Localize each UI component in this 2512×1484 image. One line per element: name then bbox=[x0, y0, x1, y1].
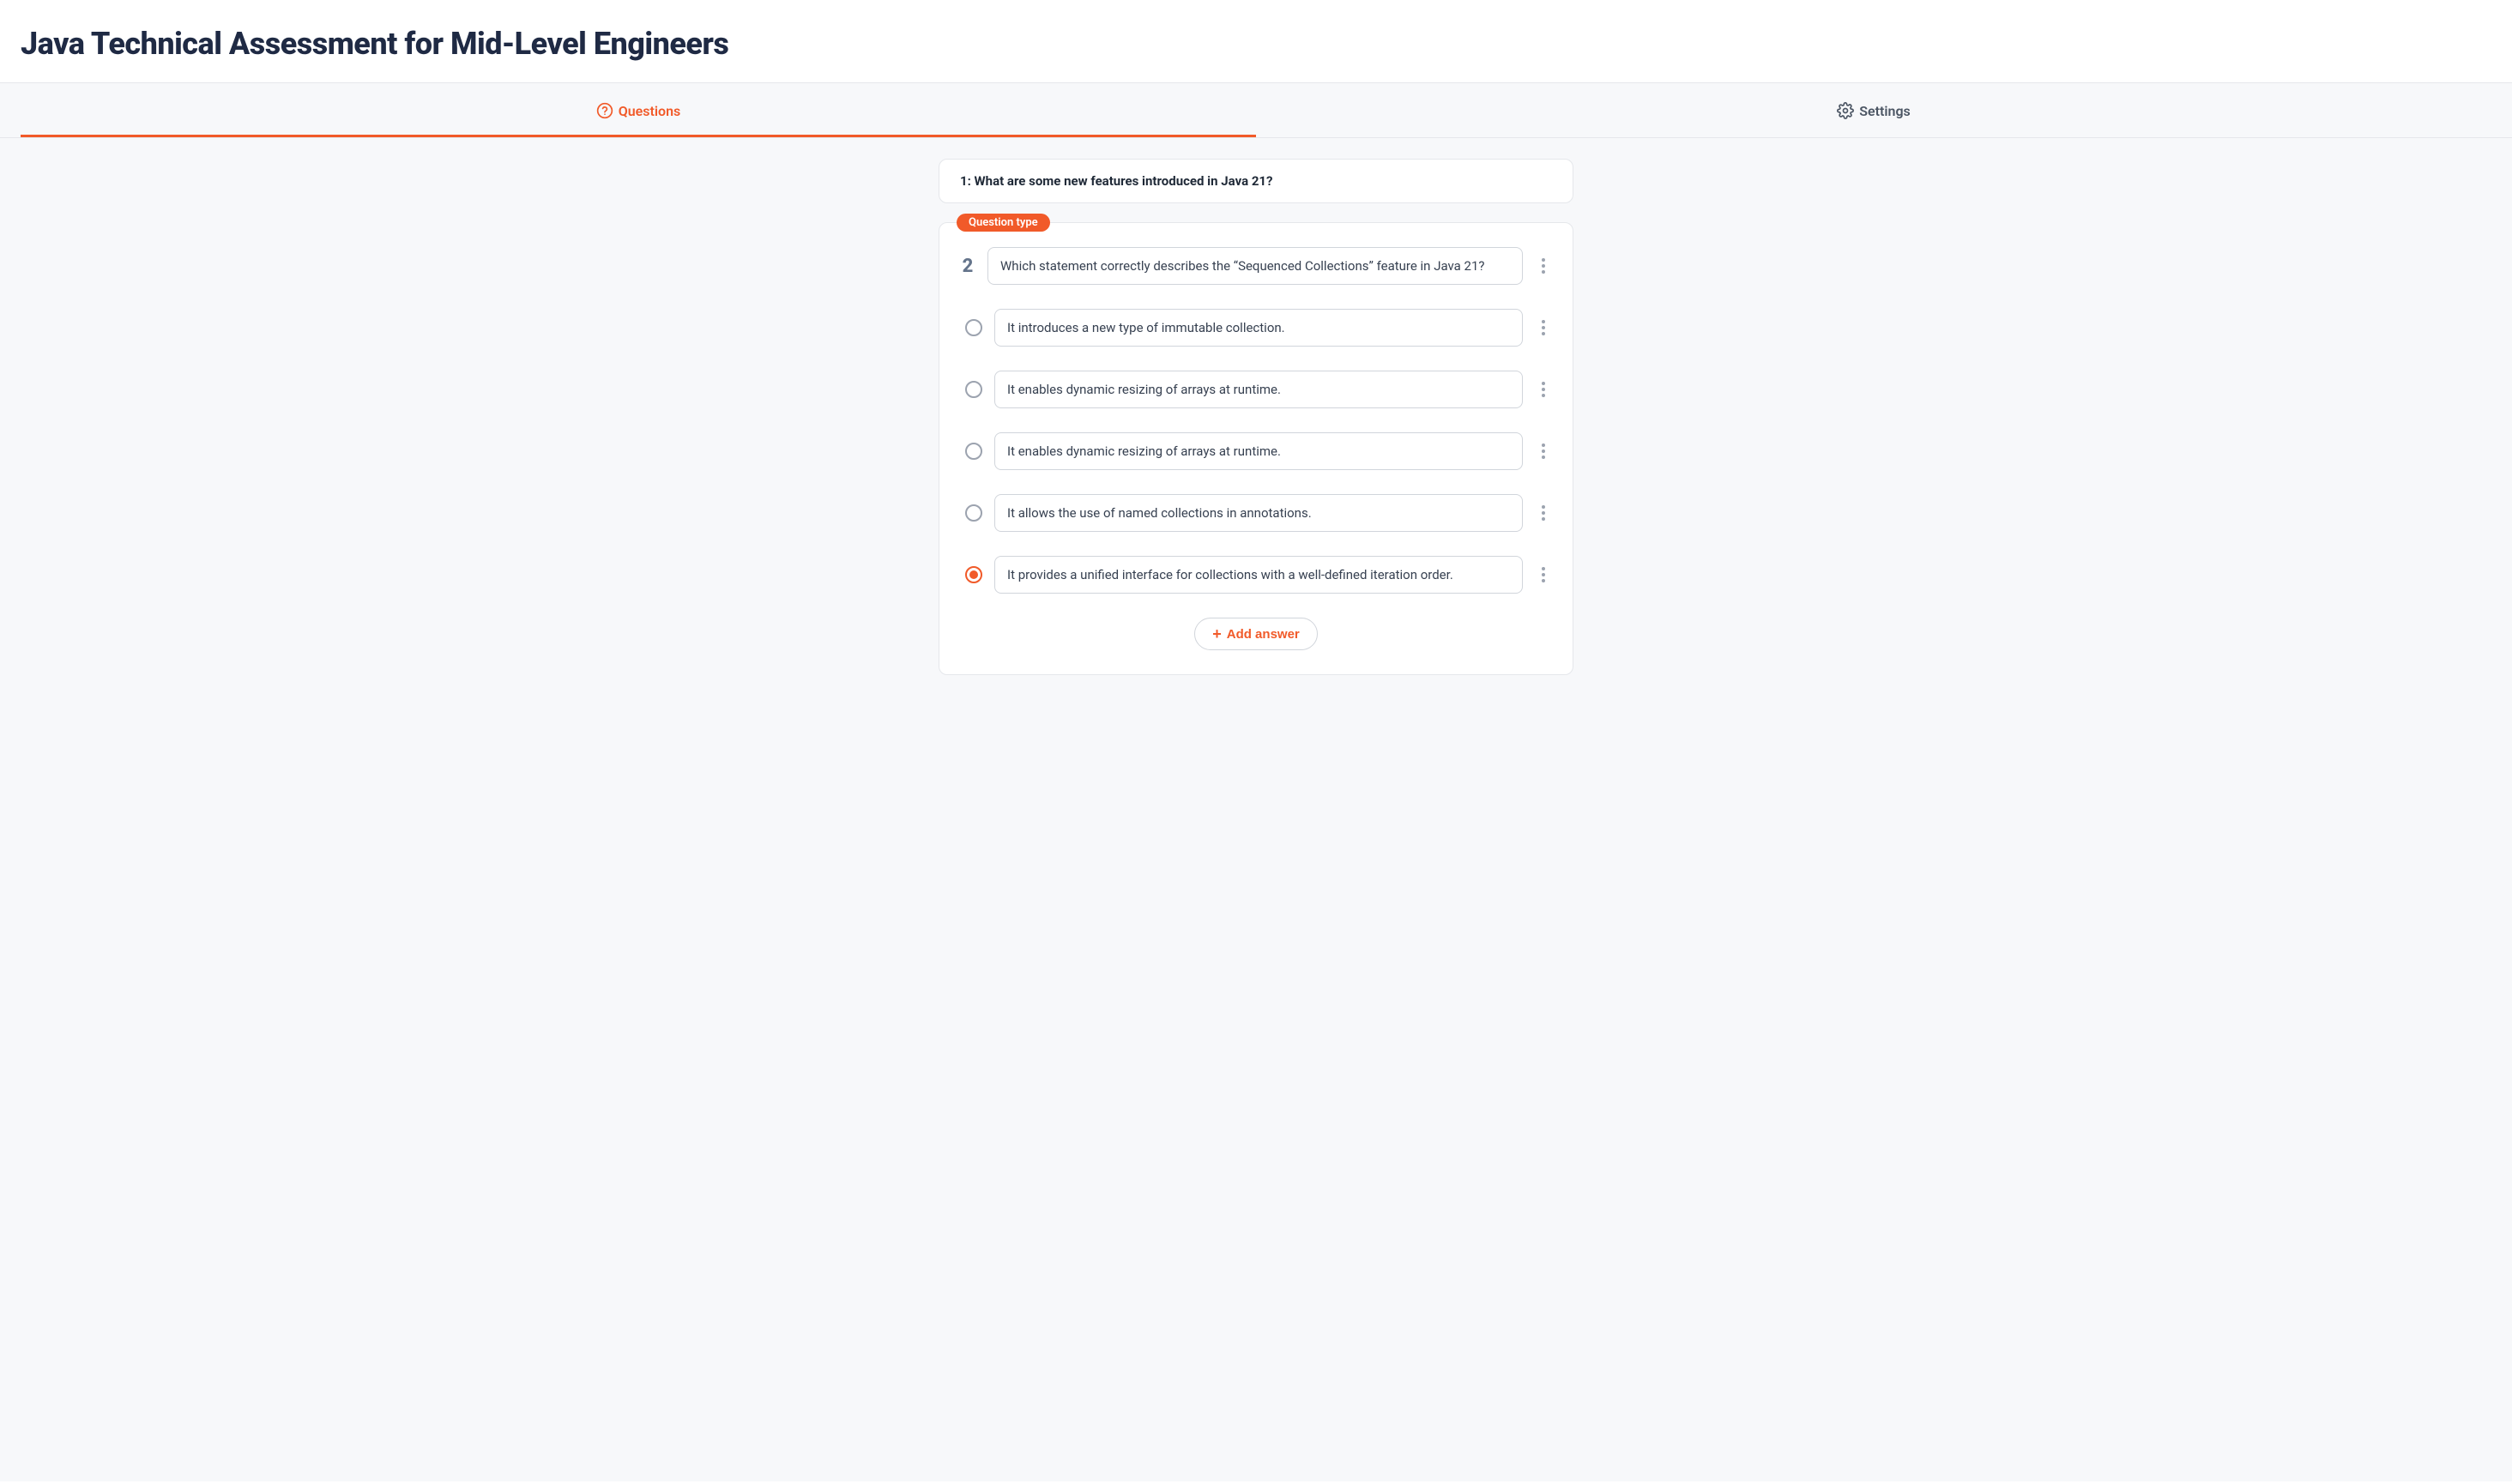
kebab-dot-icon bbox=[1542, 388, 1545, 391]
kebab-dot-icon bbox=[1542, 567, 1545, 570]
answer-menu-button[interactable] bbox=[1535, 563, 1552, 587]
kebab-dot-icon bbox=[1542, 579, 1545, 582]
answer-row bbox=[960, 371, 1552, 408]
question-1-title: 1: What are some new features introduced… bbox=[960, 173, 1552, 189]
question-circle-icon bbox=[596, 102, 613, 119]
kebab-dot-icon bbox=[1542, 505, 1545, 509]
kebab-dot-icon bbox=[1542, 332, 1545, 335]
kebab-dot-icon bbox=[1542, 511, 1545, 515]
kebab-dot-icon bbox=[1542, 326, 1545, 329]
kebab-dot-icon bbox=[1542, 455, 1545, 459]
answer-menu-button[interactable] bbox=[1535, 377, 1552, 401]
plus-icon: + bbox=[1212, 626, 1222, 642]
answer-row bbox=[960, 309, 1552, 347]
question-1-card[interactable]: 1: What are some new features introduced… bbox=[939, 159, 1573, 203]
kebab-dot-icon bbox=[1542, 443, 1545, 447]
question-type-badge[interactable]: Question type bbox=[957, 214, 1050, 232]
tab-questions[interactable]: Questions bbox=[21, 83, 1256, 137]
question-text-input[interactable] bbox=[987, 247, 1523, 285]
question-number: 2 bbox=[960, 256, 975, 277]
add-answer-button[interactable]: + Add answer bbox=[1194, 618, 1318, 650]
gear-icon bbox=[1837, 102, 1854, 119]
answer-radio[interactable] bbox=[965, 319, 982, 336]
question-menu-button[interactable] bbox=[1535, 254, 1552, 278]
answer-text-input[interactable] bbox=[994, 432, 1523, 470]
kebab-dot-icon bbox=[1542, 382, 1545, 385]
answer-radio[interactable] bbox=[965, 504, 982, 522]
content-column: 1: What are some new features introduced… bbox=[939, 138, 1573, 745]
answer-radio[interactable] bbox=[965, 566, 982, 583]
answer-row bbox=[960, 556, 1552, 594]
add-answer-wrap: + Add answer bbox=[960, 618, 1552, 650]
question-2-header-row: 2 bbox=[960, 247, 1552, 285]
answer-menu-button[interactable] bbox=[1535, 316, 1552, 340]
tab-settings-label: Settings bbox=[1859, 103, 1911, 119]
kebab-dot-icon bbox=[1542, 449, 1545, 453]
question-2-card: Question type 2 + Add answer bbox=[939, 222, 1573, 675]
answer-radio[interactable] bbox=[965, 443, 982, 460]
answer-menu-button[interactable] bbox=[1535, 439, 1552, 463]
answer-text-input[interactable] bbox=[994, 371, 1523, 408]
answer-radio[interactable] bbox=[965, 381, 982, 398]
kebab-dot-icon bbox=[1542, 320, 1545, 323]
kebab-dot-icon bbox=[1542, 517, 1545, 521]
add-answer-label: Add answer bbox=[1227, 627, 1300, 642]
answer-text-input[interactable] bbox=[994, 494, 1523, 532]
tab-questions-label: Questions bbox=[619, 103, 681, 119]
answer-menu-button[interactable] bbox=[1535, 501, 1552, 525]
kebab-dot-icon bbox=[1542, 258, 1545, 262]
kebab-dot-icon bbox=[1542, 394, 1545, 397]
main-area: Questions Settings 1: What are some new … bbox=[0, 83, 2512, 1481]
page-title: Java Technical Assessment for Mid-Level … bbox=[21, 26, 2491, 62]
answers-list bbox=[960, 309, 1552, 594]
answer-text-input[interactable] bbox=[994, 309, 1523, 347]
answer-row bbox=[960, 494, 1552, 532]
kebab-dot-icon bbox=[1542, 264, 1545, 268]
kebab-dot-icon bbox=[1542, 573, 1545, 576]
answer-row bbox=[960, 432, 1552, 470]
page-header: Java Technical Assessment for Mid-Level … bbox=[0, 0, 2512, 83]
tab-bar: Questions Settings bbox=[0, 83, 2512, 138]
answer-text-input[interactable] bbox=[994, 556, 1523, 594]
kebab-dot-icon bbox=[1542, 270, 1545, 274]
tab-settings[interactable]: Settings bbox=[1256, 83, 2491, 137]
